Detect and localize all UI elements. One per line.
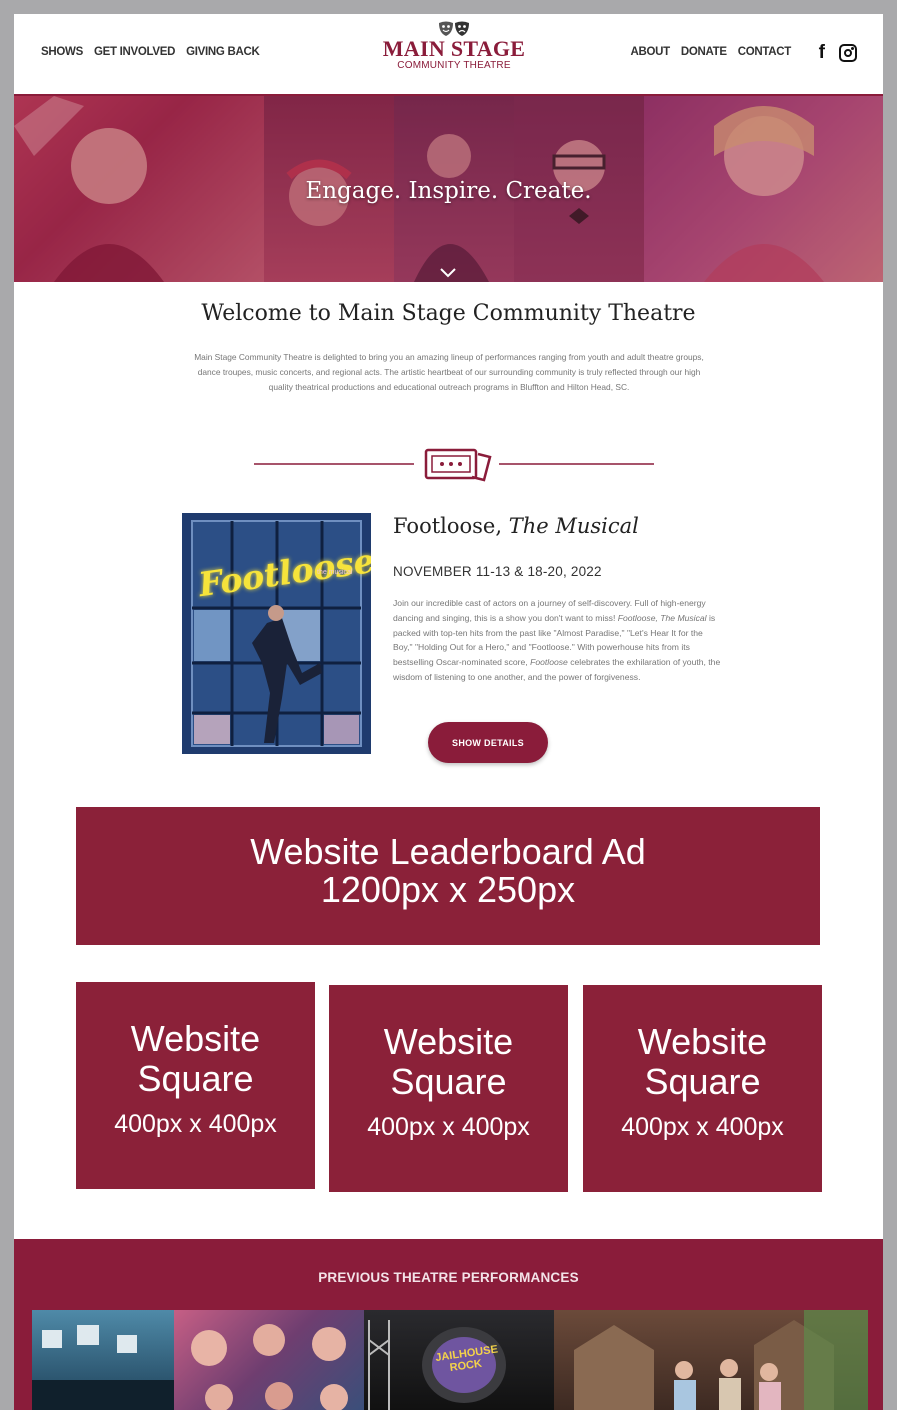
site-logo[interactable]: MAIN STAGE COMMUNITY THEATRE <box>374 20 534 86</box>
hero-banner: Engage. Inspire. Create. <box>14 96 883 282</box>
hero-tagline: Engage. Inspire. Create. <box>305 178 592 204</box>
previous-performances-section: PREVIOUS THEATRE PERFORMANCES JAILHOUSE … <box>14 1239 883 1410</box>
nav-giving-back[interactable]: GIVING BACK <box>186 46 260 58</box>
gallery-photo-3[interactable]: JAILHOUSE ROCK <box>364 1310 554 1410</box>
social-links: f <box>819 43 857 62</box>
show-desc-italic: Footloose, The Musical <box>617 612 707 623</box>
welcome-title: Welcome to Main Stage Community Theatre <box>201 301 696 326</box>
previous-performances-title: PREVIOUS THEATRE PERFORMANCES <box>318 1270 579 1285</box>
square-ad-3[interactable]: Website Square 400px x 400px <box>583 985 822 1192</box>
gallery-photo-1[interactable] <box>32 1310 174 1410</box>
site-header: SHOWS GET INVOLVED GIVING BACK MAIN STAG… <box>14 14 883 97</box>
ticket-divider-icon <box>254 448 654 482</box>
show-details-button[interactable]: SHOW DETAILS <box>428 722 548 763</box>
show-title: Footloose, The Musical <box>393 514 639 538</box>
performance-gallery: JAILHOUSE ROCK <box>32 1310 868 1410</box>
facebook-icon[interactable]: f <box>819 43 825 62</box>
square-ad-1[interactable]: Website Square 400px x 400px <box>76 982 315 1189</box>
logo-sub-text: COMMUNITY THEATRE <box>397 60 511 71</box>
show-title-plain: Footloose, <box>393 514 509 538</box>
show-title-italic: The Musical <box>508 514 639 538</box>
nav-contact[interactable]: CONTACT <box>738 46 792 58</box>
nav-shows[interactable]: SHOWS <box>41 46 83 58</box>
square-ad-title: Website Square <box>383 1020 514 1102</box>
show-desc-italic: Footloose <box>530 657 568 668</box>
square-ad-title: Website Square <box>130 1017 261 1099</box>
show-description: Join our incredible cast of actors on a … <box>393 596 723 685</box>
leaderboard-ad-title: Website Leaderboard Ad <box>250 831 646 872</box>
leaderboard-ad[interactable]: Website Leaderboard Ad 1200px x 250px <box>76 807 820 945</box>
nav-get-involved[interactable]: GET INVOLVED <box>94 46 175 58</box>
chevron-down-icon[interactable] <box>440 268 456 278</box>
welcome-body: Main Stage Community Theatre is delighte… <box>194 352 704 392</box>
square-ad-2[interactable]: Website Square 400px x 400px <box>329 985 568 1192</box>
poster-subtitle: the musical <box>317 569 353 576</box>
gallery-photo-4[interactable] <box>554 1310 868 1410</box>
page-frame: SHOWS GET INVOLVED GIVING BACK MAIN STAG… <box>14 14 883 1410</box>
logo-main-text: MAIN STAGE <box>382 36 526 61</box>
show-poster[interactable]: Footloose the musical <box>182 513 371 754</box>
nav-donate[interactable]: DONATE <box>681 46 727 58</box>
show-dates: NOVEMBER 11-13 & 18-20, 2022 <box>393 564 602 579</box>
square-ad-size: 400px x 400px <box>367 1112 530 1141</box>
square-ad-title: Website Square <box>637 1020 768 1102</box>
gallery-photo-2[interactable] <box>174 1310 364 1410</box>
leaderboard-ad-size: 1200px x 250px <box>320 869 576 910</box>
nav-right: ABOUT DONATE CONTACT <box>630 46 791 58</box>
square-ad-size: 400px x 400px <box>114 1109 277 1138</box>
nav-about[interactable]: ABOUT <box>630 46 670 58</box>
nav-left: SHOWS GET INVOLVED GIVING BACK <box>41 46 260 58</box>
square-ad-size: 400px x 400px <box>621 1112 784 1141</box>
instagram-icon[interactable] <box>839 43 857 62</box>
